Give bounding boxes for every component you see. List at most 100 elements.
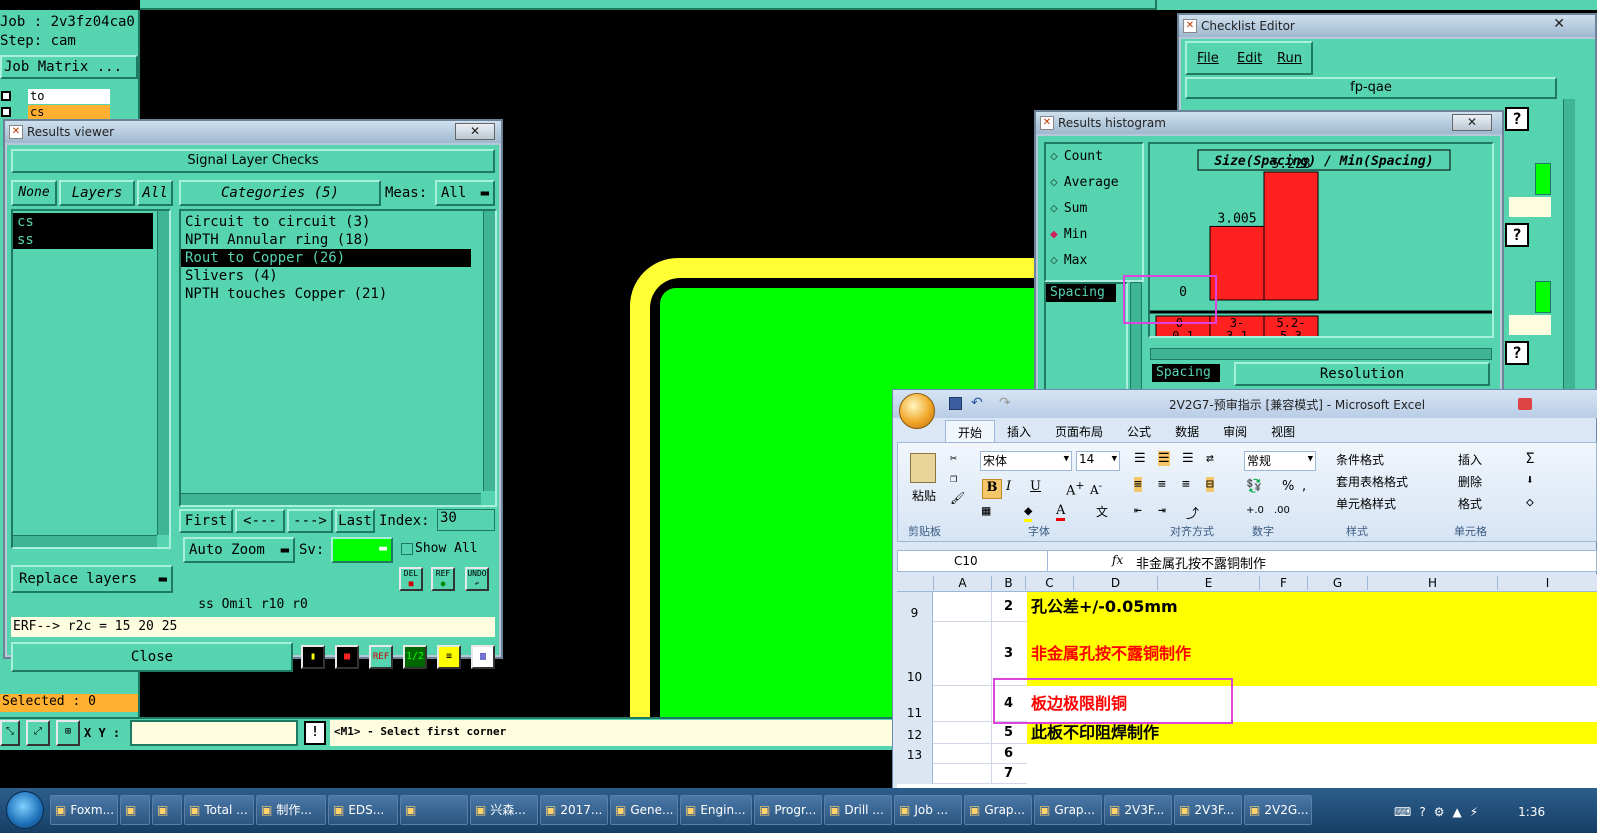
sv-color-dropdown[interactable]: ▬ — [331, 537, 393, 563]
ref-off-icon[interactable]: REF — [369, 645, 393, 669]
ribbon-tab[interactable]: 审阅 — [1211, 420, 1259, 442]
align-center-icon[interactable]: ≡ — [1158, 477, 1166, 492]
align-middle-icon[interactable]: ☰ — [1158, 451, 1170, 466]
taskbar-item[interactable]: ▣ — [400, 794, 468, 825]
zoom-area-icon[interactable]: ⤢ — [26, 720, 50, 746]
taskbar-item[interactable]: ▣ Job ... — [894, 794, 962, 825]
xy-input[interactable] — [130, 720, 298, 746]
copy-icon[interactable]: ❐ — [950, 471, 957, 485]
undo-icon[interactable]: UNDO ↶ — [465, 567, 489, 591]
percent-icon[interactable]: % — [1282, 479, 1294, 494]
category-item[interactable]: NPTH Annular ring (18) — [181, 231, 471, 249]
taskbar-item[interactable]: ▣ Grap... — [964, 794, 1032, 825]
close-window-button[interactable]: ✕ — [1452, 114, 1492, 131]
close-window-button[interactable]: ✕ — [1553, 16, 1565, 32]
checklist-editor-titlebar[interactable]: ✕ Checklist Editor ✕ — [1179, 15, 1595, 37]
row-header[interactable]: 10 — [897, 622, 933, 686]
increase-decimal-icon[interactable]: +.0 — [1246, 505, 1264, 516]
insert-cells-button[interactable]: 插入 — [1458, 451, 1482, 468]
cell-text[interactable] — [1027, 744, 1597, 764]
column-header[interactable]: H — [1367, 576, 1497, 590]
row-header[interactable] — [897, 764, 933, 784]
stat-option-count[interactable]: ◇ Count — [1046, 144, 1142, 170]
clock[interactable]: 1:36 — [1518, 805, 1545, 819]
align-left-icon[interactable]: ≡ — [1134, 477, 1142, 492]
taskbar-item[interactable]: ▣ Total ... — [184, 794, 254, 825]
taskbar-item[interactable]: ▣ — [120, 794, 150, 825]
bold-button[interactable]: B — [982, 479, 1002, 499]
delete-cells-button[interactable]: 删除 — [1458, 473, 1482, 490]
menu-run[interactable]: Run — [1277, 51, 1302, 66]
menu-edit[interactable]: Edit — [1237, 51, 1262, 66]
histogram-item-list[interactable]: Spacing — [1044, 282, 1128, 392]
fill-down-icon[interactable]: ⬇ — [1526, 473, 1534, 488]
none-button[interactable]: None — [11, 180, 57, 206]
report-icon[interactable]: ≡ — [437, 645, 461, 669]
column-header[interactable]: D — [1073, 576, 1157, 590]
align-right-icon[interactable]: ≡ — [1182, 477, 1190, 492]
name-box[interactable]: C10 — [898, 551, 1048, 571]
format-cells-button[interactable]: 格式 — [1458, 495, 1482, 512]
network-icon[interactable]: ⚡ — [1470, 805, 1478, 819]
cell-text[interactable]: 此板不印阻焊制作 — [1027, 722, 1597, 744]
column-header[interactable]: C — [1025, 576, 1073, 590]
category-list-hscrollbar[interactable] — [181, 493, 481, 505]
taskbar-item[interactable]: ▣ Engin... — [680, 794, 752, 825]
italic-button[interactable]: I — [1006, 479, 1011, 494]
comma-icon[interactable]: , — [1302, 479, 1306, 494]
column-header[interactable]: I — [1497, 576, 1597, 590]
layer-row-cs[interactable]: cs — [0, 105, 112, 120]
font-name-select[interactable]: 宋体 ▼ — [980, 451, 1072, 471]
align-top-icon[interactable]: ☰ — [1134, 451, 1146, 466]
first-button[interactable]: First — [179, 509, 233, 533]
taskbar-item[interactable]: ▣ 制作... — [256, 794, 326, 825]
category-item[interactable]: Circuit to circuit (3) — [181, 213, 471, 231]
taskbar-item[interactable]: ▣ — [152, 794, 182, 825]
cell-text[interactable] — [1027, 764, 1597, 784]
help-button[interactable]: ? — [1505, 107, 1529, 131]
merge-center-icon[interactable]: ⊟ — [1206, 477, 1214, 492]
taskbar-item[interactable]: ▣ 2V3F... — [1174, 794, 1242, 825]
categories-button[interactable]: Categories (5) — [179, 180, 381, 206]
settings-tray-icon[interactable]: ⚙ — [1434, 805, 1445, 819]
checklist-vscrollbar[interactable] — [1563, 99, 1575, 389]
taskbar-item[interactable]: ▣ Foxm... — [50, 794, 118, 825]
auto-zoom-dropdown[interactable]: Auto Zoom ▬ — [183, 537, 295, 563]
font-size-select[interactable]: 14 ▼ — [1076, 451, 1120, 471]
stat-option-average[interactable]: ◇ Average — [1046, 170, 1142, 196]
cell-text[interactable]: 孔公差+/-0.05mm — [1027, 592, 1597, 622]
taskbar-item[interactable]: ▣ 2V2G... — [1244, 794, 1312, 825]
paste-icon[interactable] — [910, 453, 936, 483]
indent-icon[interactable]: ⇤ — [1134, 503, 1142, 518]
paste-label[interactable]: 粘贴 — [912, 487, 936, 504]
start-button[interactable] — [6, 791, 44, 829]
delete-icon[interactable]: DEL ■ — [399, 567, 423, 591]
histogram-hscrollbar[interactable] — [1150, 348, 1492, 360]
taskbar-item[interactable]: ▣ Progr... — [754, 794, 822, 825]
layer-list-hscrollbar[interactable] — [13, 535, 157, 547]
highlight-icon[interactable]: ▮ — [301, 645, 325, 669]
taskbar-item[interactable]: ▣ 2017... — [540, 794, 608, 825]
column-header[interactable]: G — [1307, 576, 1367, 590]
column-header[interactable]: F — [1259, 576, 1307, 590]
layers-button[interactable]: Layers — [59, 180, 135, 206]
help-button[interactable]: ? — [1505, 223, 1529, 247]
wrap-text-icon[interactable]: ⇄ — [1206, 451, 1214, 466]
results-viewer-titlebar[interactable]: ✕ Results viewer ✕ — [5, 121, 501, 143]
show-icon[interactable]: ■ — [335, 645, 359, 669]
stat-option-max[interactable]: ◇ Max — [1046, 248, 1142, 274]
warning-icon[interactable]: ! — [304, 721, 326, 745]
column-header[interactable]: A — [933, 576, 991, 590]
row-header[interactable]: 12 — [897, 722, 933, 744]
save-icon[interactable] — [949, 397, 962, 410]
formula-value[interactable]: 非金属孔按不露铜制作 — [1136, 553, 1266, 572]
layer-checkbox[interactable] — [1, 107, 11, 117]
all-layers-button[interactable]: All — [137, 180, 173, 206]
reference-icon[interactable]: REF ● — [431, 567, 455, 591]
underline-button[interactable]: U — [1030, 479, 1041, 494]
row-header[interactable]: 13 — [897, 744, 933, 764]
layer-list-item[interactable]: ss — [13, 231, 153, 249]
outdent-icon[interactable]: ⇥ — [1158, 503, 1166, 518]
menu-file[interactable]: File — [1197, 51, 1219, 66]
stat-option-sum[interactable]: ◇ Sum — [1046, 196, 1142, 222]
